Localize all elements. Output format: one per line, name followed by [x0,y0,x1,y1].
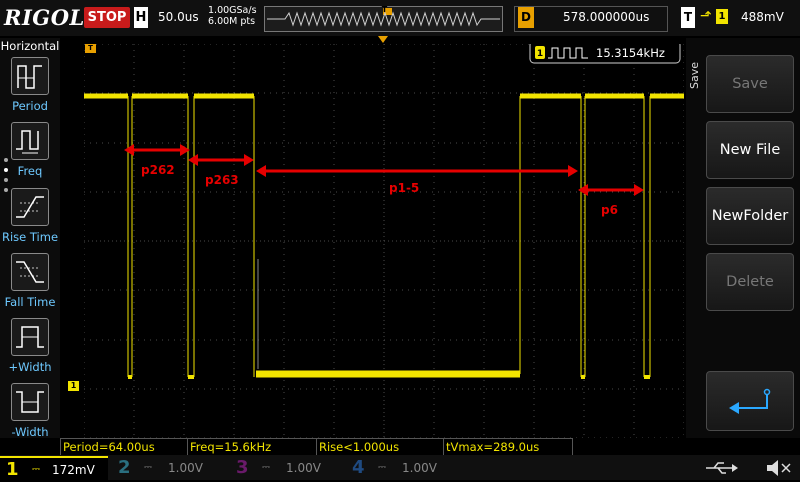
graticule [84,44,684,438]
measure-positive-width-label: +Width [8,360,52,374]
rising-edge-icon: ⬏ [700,8,712,24]
trigger-label: T [681,7,695,28]
delay-value[interactable]: 578.000000us [563,10,649,24]
measure-rise-time[interactable]: Rise Time [0,186,60,248]
timebase-value[interactable]: 50.0us [158,10,199,24]
channel2-tab[interactable]: 2 ⎓ 1.00V [112,456,224,480]
dc-coupling-icon: ⎓ [144,462,152,473]
menu-page-dots [4,158,8,198]
measure-fall-time-label: Fall Time [4,295,56,309]
enter-arrow-icon [729,388,771,414]
trigger-offset-marker[interactable]: T [85,44,96,53]
rigol-logo: RIGOL [4,5,85,30]
delay-label: D [518,7,534,28]
measure-negative-width-label: -Width [11,425,49,439]
sample-rate: 1.00GSa/s [208,5,257,16]
usb-icon [700,458,740,478]
measure-menu-title: Horizontal [0,39,60,53]
channel4-tab[interactable]: 4 ⎓ 1.00V [346,456,458,480]
period-icon [11,57,49,95]
dc-coupling-icon: ⎓ [32,464,40,475]
delete-button[interactable]: Delete [706,253,794,311]
waveform-display[interactable]: p262 p263 p1-5 p6 1 15.3154kHz [84,44,684,438]
timebase-label: H [134,7,148,28]
measurement-period: Period=64.00us [60,438,188,456]
measure-fall-time[interactable]: Fall Time [0,251,60,313]
channel3-number: 3 [236,457,249,478]
new-folder-button[interactable]: NewFolder [706,187,794,245]
measure-period-label: Period [12,99,48,113]
measure-rise-time-label: Rise Time [1,230,59,244]
acquisition-info: 1.00GSa/s 6.00M pts [208,5,257,27]
channel4-scale: 1.00V [402,461,437,475]
frequency-icon [11,122,49,160]
annotation-p262: p262 [141,163,175,177]
save-menu-tab: Save [688,62,701,90]
measurement-tvmax: tVmax=289.0us [443,438,573,456]
memory-depth: 6.00M pts [208,16,256,27]
measure-period[interactable]: Period [0,55,60,117]
positive-width-icon [11,318,49,356]
channel4-number: 4 [352,457,365,478]
measure-positive-width[interactable]: +Width [0,316,60,378]
dc-coupling-icon: ⎓ [262,462,270,473]
channel1-number: 1 [6,459,19,480]
annotation-p263: p263 [205,173,239,187]
trigger-position-arrow[interactable] [378,36,388,43]
measure-freq[interactable]: Freq [0,120,60,182]
measure-negative-width[interactable]: -Width [0,381,60,443]
enter-button[interactable] [706,371,794,431]
channel2-number: 2 [118,457,131,478]
channel1-tab[interactable]: 1 ⎓ 172mV [0,456,108,482]
frequency-counter[interactable]: 1 15.3154kHz [529,44,681,64]
channel1-scale: 172mV [52,463,95,477]
trigger-position-marker: T [381,5,388,14]
run-stop-status[interactable]: STOP [84,7,130,28]
measure-freq-label: Freq [17,164,43,178]
new-file-button[interactable]: New File [706,121,794,179]
negative-width-icon [11,383,49,421]
counter-value: 15.3154kHz [596,46,665,60]
trigger-level[interactable]: 488mV [741,10,784,24]
channel3-tab[interactable]: 3 ⎓ 1.00V [230,456,342,480]
sound-muted-icon[interactable] [764,458,792,478]
channel3-scale: 1.00V [286,461,321,475]
trigger-channel: 1 [716,9,728,24]
annotation-p6: p6 [601,203,618,217]
rise-time-icon [11,188,49,226]
fall-time-icon [11,253,49,291]
save-button[interactable]: Save [706,55,794,113]
measurement-freq: Freq=15.6kHz [187,438,317,456]
channel2-scale: 1.00V [168,461,203,475]
channel1-ground-marker[interactable]: 1 [68,381,79,391]
dc-coupling-icon: ⎓ [378,462,386,473]
measurement-rise: Rise<1.000us [316,438,444,456]
annotation-p1-5: p1-5 [389,181,419,195]
counter-channel: 1 [537,49,543,59]
